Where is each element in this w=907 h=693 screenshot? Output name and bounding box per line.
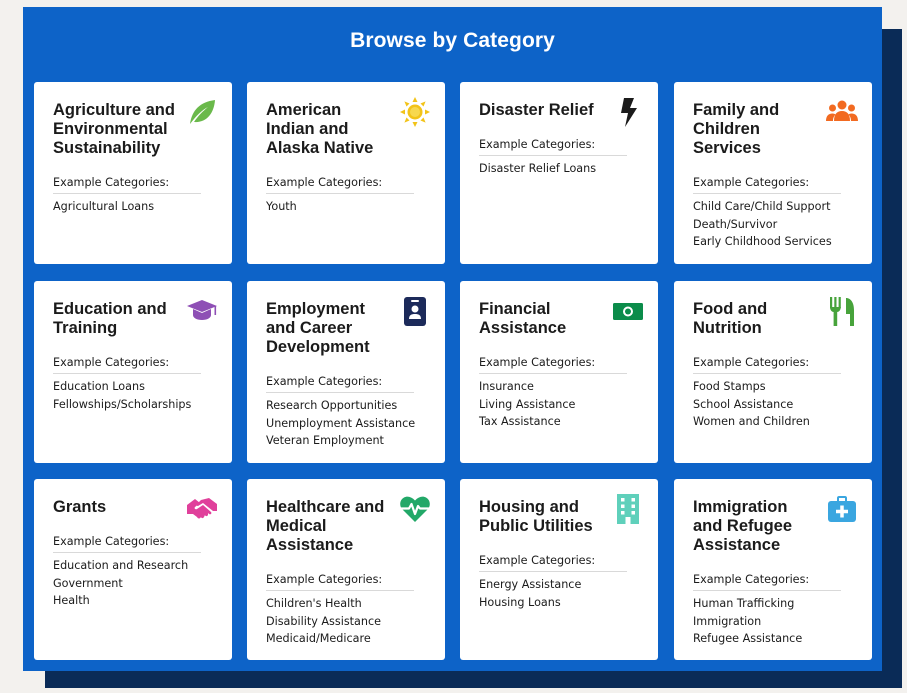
example-categories-label: Example Categories: bbox=[53, 356, 201, 374]
card-title: Healthcare and Medical Assistance bbox=[266, 498, 385, 554]
example-item[interactable]: Refugee Assistance bbox=[693, 630, 856, 648]
example-list: Youth bbox=[266, 198, 429, 216]
example-item[interactable]: Unemployment Assistance bbox=[266, 415, 429, 433]
example-item[interactable]: Child Care/Child Support bbox=[693, 198, 856, 216]
example-item[interactable]: Disaster Relief Loans bbox=[479, 160, 642, 178]
example-item[interactable]: Disability Assistance bbox=[266, 613, 429, 631]
card-title: Grants bbox=[53, 498, 107, 516]
example-item[interactable]: Health bbox=[53, 592, 216, 610]
card-agriculture[interactable]: Agriculture and Environmental Sustainabi… bbox=[34, 82, 232, 264]
card-title: Disaster Relief bbox=[479, 101, 594, 119]
example-item[interactable]: Energy Assistance bbox=[479, 576, 642, 594]
example-list: Children's Health Disability Assistance … bbox=[266, 595, 429, 648]
card-title: Immigration and Refugee Assistance bbox=[693, 498, 793, 554]
example-list: Disaster Relief Loans bbox=[479, 160, 642, 178]
example-list: Agricultural Loans bbox=[53, 198, 216, 216]
example-list: Education and Research Government Health bbox=[53, 557, 216, 610]
example-item[interactable]: Living Assistance bbox=[479, 396, 642, 414]
example-list: Human Trafficking Immigration Refugee As… bbox=[693, 595, 856, 648]
example-list: Child Care/Child Support Death/Survivor … bbox=[693, 198, 856, 251]
example-item[interactable]: Housing Loans bbox=[479, 594, 642, 612]
example-item[interactable]: School Assistance bbox=[693, 396, 856, 414]
example-item[interactable]: Tax Assistance bbox=[479, 413, 642, 431]
card-title: American Indian and Alaska Native bbox=[266, 101, 374, 157]
card-food-nutrition[interactable]: Food and Nutrition Example Categories: F… bbox=[674, 281, 872, 463]
card-title: Food and Nutrition bbox=[693, 300, 768, 337]
sun-icon bbox=[399, 96, 431, 128]
card-immigration-refugee[interactable]: Immigration and Refugee Assistance Examp… bbox=[674, 479, 872, 660]
example-item[interactable]: Youth bbox=[266, 198, 429, 216]
medical-kit-icon bbox=[826, 493, 858, 525]
example-categories-label: Example Categories: bbox=[479, 554, 627, 572]
card-american-indian[interactable]: American Indian and Alaska Native Exampl… bbox=[247, 82, 445, 264]
example-list: Energy Assistance Housing Loans bbox=[479, 576, 642, 611]
example-item[interactable]: Human Trafficking bbox=[693, 595, 856, 613]
card-disaster-relief[interactable]: Disaster Relief Example Categories: Disa… bbox=[460, 82, 658, 264]
example-categories-label: Example Categories: bbox=[693, 573, 841, 591]
card-title: Agriculture and Environmental Sustainabi… bbox=[53, 101, 175, 157]
example-item[interactable]: Women and Children bbox=[693, 413, 856, 431]
leaf-icon bbox=[186, 96, 218, 128]
example-item[interactable]: Veteran Employment bbox=[266, 432, 429, 450]
example-categories-label: Example Categories: bbox=[693, 356, 841, 374]
example-categories-label: Example Categories: bbox=[266, 176, 414, 194]
card-title: Financial Assistance bbox=[479, 300, 567, 337]
example-item[interactable]: Early Childhood Services bbox=[693, 233, 856, 251]
example-categories-label: Example Categories: bbox=[53, 535, 201, 553]
card-title: Housing and Public Utilities bbox=[479, 498, 593, 535]
example-categories-label: Example Categories: bbox=[693, 176, 841, 194]
card-financial-assistance[interactable]: Financial Assistance Example Categories:… bbox=[460, 281, 658, 463]
example-categories-label: Example Categories: bbox=[479, 356, 627, 374]
card-healthcare-medical[interactable]: Healthcare and Medical Assistance Exampl… bbox=[247, 479, 445, 660]
card-title: Education and Training bbox=[53, 300, 167, 337]
people-group-icon bbox=[826, 96, 858, 128]
card-title: Employment and Career Development bbox=[266, 300, 370, 356]
browse-category-panel: Browse by Category Agriculture and Envir… bbox=[23, 7, 882, 671]
example-list: Education Loans Fellowships/Scholarships bbox=[53, 378, 216, 413]
section-title: Browse by Category bbox=[350, 29, 555, 52]
example-item[interactable]: Research Opportunities bbox=[266, 397, 429, 415]
card-housing-utilities[interactable]: Housing and Public Utilities Example Cat… bbox=[460, 479, 658, 660]
example-item[interactable]: Medicaid/Medicare bbox=[266, 630, 429, 648]
money-bill-icon bbox=[612, 295, 644, 327]
card-family-children[interactable]: Family and Children Services Example Cat… bbox=[674, 82, 872, 264]
example-categories-label: Example Categories: bbox=[266, 375, 414, 393]
graduation-cap-icon bbox=[186, 295, 218, 327]
card-education-training[interactable]: Education and Training Example Categorie… bbox=[34, 281, 232, 463]
example-item[interactable]: Children's Health bbox=[266, 595, 429, 613]
example-list: Insurance Living Assistance Tax Assistan… bbox=[479, 378, 642, 431]
id-badge-icon bbox=[399, 295, 431, 327]
example-item[interactable]: Education and Research bbox=[53, 557, 216, 575]
example-categories-label: Example Categories: bbox=[53, 176, 201, 194]
example-item[interactable]: Government bbox=[53, 575, 216, 593]
example-item[interactable]: Insurance bbox=[479, 378, 642, 396]
lightning-bolt-icon bbox=[612, 96, 644, 128]
example-item[interactable]: Education Loans bbox=[53, 378, 216, 396]
card-title: Family and Children Services bbox=[693, 101, 780, 157]
example-list: Research Opportunities Unemployment Assi… bbox=[266, 397, 429, 450]
building-icon bbox=[612, 493, 644, 525]
card-employment-career[interactable]: Employment and Career Development Exampl… bbox=[247, 281, 445, 463]
example-categories-label: Example Categories: bbox=[479, 138, 627, 156]
card-grants[interactable]: Grants Example Categories: Education and… bbox=[34, 479, 232, 660]
example-item[interactable]: Immigration bbox=[693, 613, 856, 631]
example-categories-label: Example Categories: bbox=[266, 573, 414, 591]
fork-knife-icon bbox=[826, 295, 858, 327]
handshake-icon bbox=[186, 493, 218, 525]
example-item[interactable]: Death/Survivor bbox=[693, 216, 856, 234]
example-list: Food Stamps School Assistance Women and … bbox=[693, 378, 856, 431]
example-item[interactable]: Food Stamps bbox=[693, 378, 856, 396]
example-item[interactable]: Agricultural Loans bbox=[53, 198, 216, 216]
example-item[interactable]: Fellowships/Scholarships bbox=[53, 396, 216, 414]
heartbeat-icon bbox=[399, 493, 431, 525]
